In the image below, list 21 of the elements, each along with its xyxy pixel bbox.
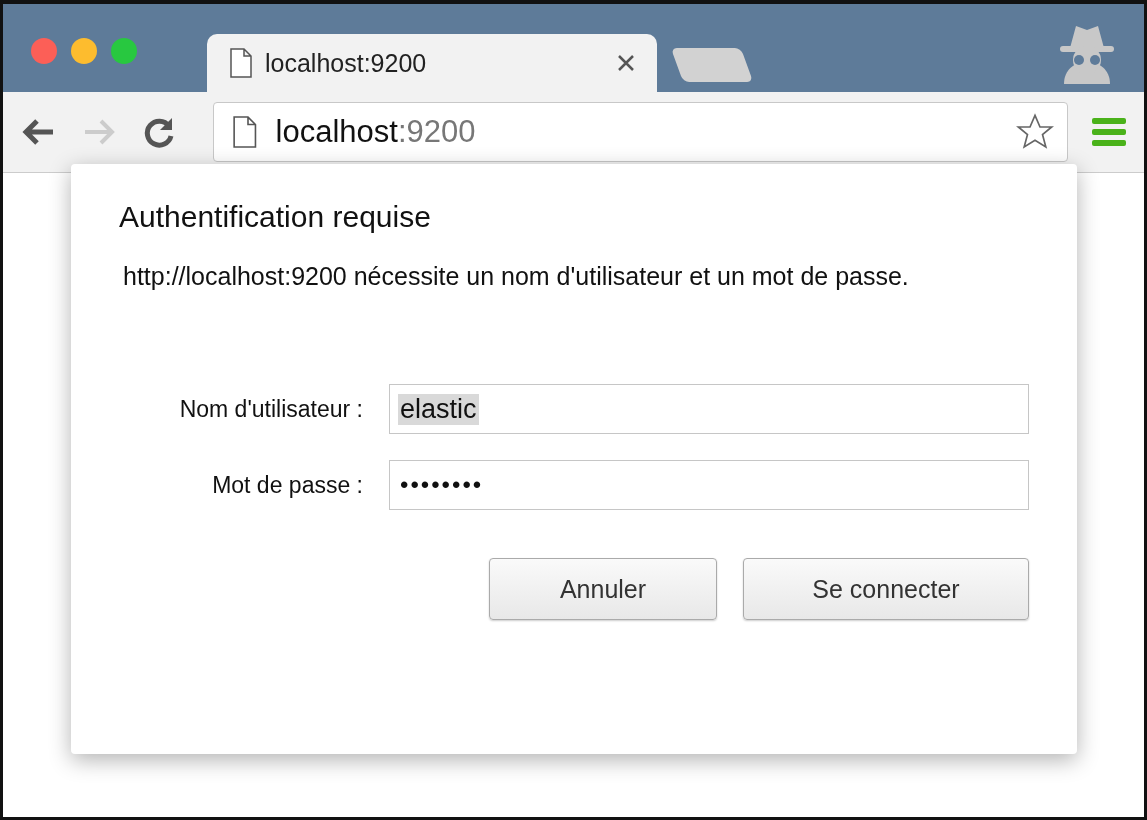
url-port: :9200 <box>397 114 476 150</box>
field-value: •••••••• <box>399 471 485 499</box>
field-value: elastic <box>398 393 479 425</box>
zoom-window-button[interactable] <box>111 38 137 64</box>
page-icon <box>229 48 253 78</box>
login-button[interactable]: Se connecter <box>743 558 1029 620</box>
cancel-button[interactable]: Annuler <box>489 558 717 620</box>
page-icon <box>232 116 258 148</box>
minimize-window-button[interactable] <box>71 38 97 64</box>
password-field[interactable]: •••••••• <box>389 460 1029 510</box>
field-label: Mot de passe : <box>211 471 364 499</box>
browser-tab[interactable]: localhost:9200 <box>207 34 657 92</box>
close-tab-icon[interactable] <box>617 54 635 72</box>
url-host: localhost <box>275 114 398 150</box>
username-field[interactable]: elastic <box>389 384 1029 434</box>
menu-icon[interactable] <box>1092 117 1126 147</box>
dialog-title: Authentification requise <box>119 200 432 234</box>
field-label: Nom d'utilisateur : <box>178 395 364 423</box>
tab-title: localhost:9200 <box>265 48 428 78</box>
dialog-message: http://localhost:9200 nécessite un nom d'utilisateur et un mot de passe. <box>123 261 910 292</box>
address-bar[interactable]: localhost:9200 <box>213 102 1068 162</box>
